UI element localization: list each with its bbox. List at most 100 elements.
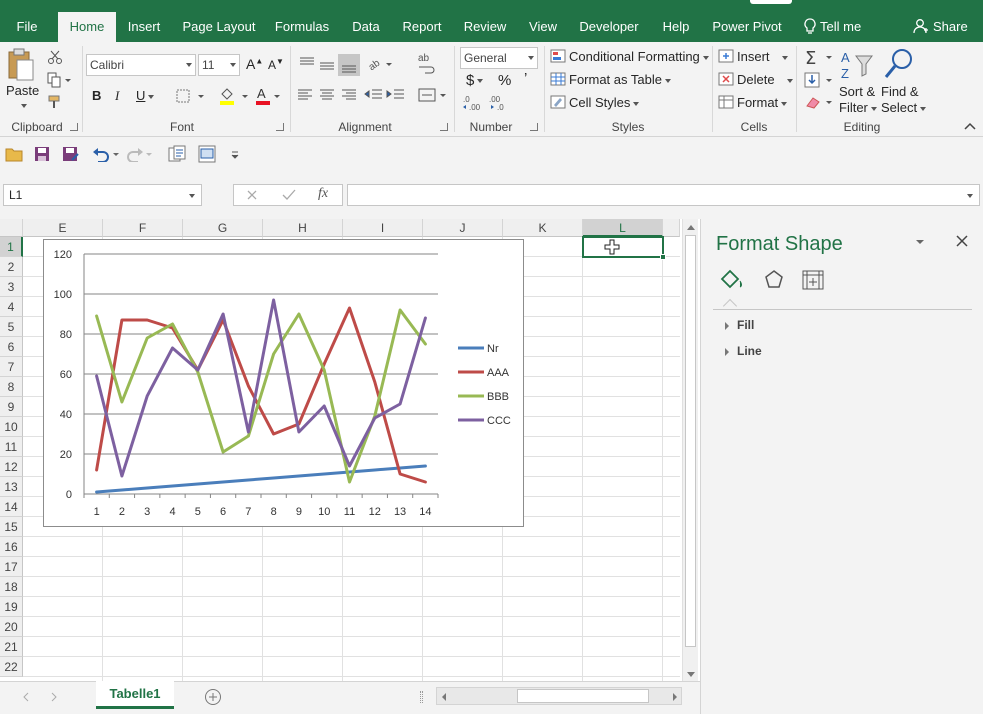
row-header[interactable]: 16 xyxy=(0,537,23,557)
save-icon[interactable] xyxy=(34,146,50,162)
increase-decimal-icon[interactable]: .0.00 xyxy=(462,94,484,112)
row-header[interactable]: 7 xyxy=(0,357,23,377)
wrap-text-icon[interactable]: ab xyxy=(416,52,438,74)
name-box[interactable]: L1 xyxy=(3,184,202,206)
print-preview-icon[interactable] xyxy=(198,145,216,163)
row-header[interactable]: 2 xyxy=(0,257,23,277)
row-header[interactable]: 18 xyxy=(0,577,23,597)
fill-line-icon[interactable] xyxy=(719,269,745,293)
tab-formulas[interactable]: Formulas xyxy=(272,12,332,42)
tab-page-layout[interactable]: Page Layout xyxy=(180,12,258,42)
alignment-launcher[interactable] xyxy=(440,123,448,131)
fill-section[interactable]: Fill xyxy=(725,318,754,332)
orientation-icon[interactable]: ab xyxy=(366,54,394,74)
pane-options-icon[interactable] xyxy=(915,238,925,246)
column-header[interactable]: E xyxy=(23,219,103,237)
h-scroll-thumb[interactable] xyxy=(517,689,649,703)
indent-icons[interactable] xyxy=(364,88,408,102)
grow-font-button[interactable]: A▲ xyxy=(246,56,263,72)
save-as-icon[interactable] xyxy=(62,146,80,162)
tab-developer[interactable]: Developer xyxy=(576,12,642,42)
scroll-down-icon[interactable] xyxy=(686,671,696,679)
accounting-format-button[interactable]: $ xyxy=(466,72,484,89)
row-header[interactable]: 17 xyxy=(0,557,23,577)
tab-power-pivot[interactable]: Power Pivot xyxy=(710,12,784,42)
column-header[interactable]: I xyxy=(343,219,423,237)
font-color-icon[interactable]: A xyxy=(254,86,284,106)
row-header[interactable]: 4 xyxy=(0,297,23,317)
tab-home[interactable]: Home xyxy=(58,12,116,42)
merge-center-icon[interactable] xyxy=(418,88,448,102)
paste-button[interactable]: Paste xyxy=(6,48,39,110)
tab-help[interactable]: Help xyxy=(656,12,696,42)
prev-sheet-icon[interactable] xyxy=(22,692,30,702)
formula-input[interactable] xyxy=(347,184,980,206)
bold-button[interactable]: B xyxy=(92,88,101,103)
format-cells-button[interactable]: Format xyxy=(718,95,788,110)
row-header[interactable]: 20 xyxy=(0,617,23,637)
underline-button[interactable]: U xyxy=(136,88,155,103)
customize-qat-icon[interactable] xyxy=(230,151,240,159)
sort-filter-button[interactable]: Sort & Filter xyxy=(839,84,877,116)
comma-style-button[interactable]: ’ xyxy=(524,70,527,87)
row-header[interactable]: 15 xyxy=(0,517,23,537)
shrink-font-button[interactable]: A▼ xyxy=(268,57,284,72)
cell-styles-button[interactable]: Cell Styles xyxy=(550,95,640,110)
column-header-selected[interactable]: L xyxy=(583,219,663,237)
size-properties-icon[interactable] xyxy=(801,269,825,291)
column-header[interactable]: J xyxy=(423,219,503,237)
scroll-up-icon[interactable] xyxy=(686,223,696,231)
scroll-left-icon[interactable] xyxy=(440,692,448,702)
scroll-thumb[interactable] xyxy=(685,235,696,647)
row-header[interactable]: 13 xyxy=(0,477,23,497)
row-header[interactable]: 5 xyxy=(0,317,23,337)
row-header[interactable]: 1 xyxy=(0,237,23,257)
tell-me-button[interactable]: Tell me xyxy=(804,12,861,42)
row-header[interactable]: 14 xyxy=(0,497,23,517)
insert-cells-button[interactable]: Insert xyxy=(718,49,788,64)
fill-color-icon[interactable] xyxy=(218,86,250,106)
font-launcher[interactable] xyxy=(276,123,284,131)
line-section[interactable]: Line xyxy=(725,344,762,358)
font-name-combo[interactable]: Calibri xyxy=(86,54,196,76)
row-header[interactable]: 19 xyxy=(0,597,23,617)
font-size-combo[interactable]: 11 xyxy=(198,54,240,76)
fill-icon[interactable] xyxy=(804,72,834,90)
add-sheet-icon[interactable] xyxy=(204,688,222,706)
row-header[interactable]: 9 xyxy=(0,397,23,417)
insert-function-icon[interactable]: fx xyxy=(318,186,328,202)
find-select-button[interactable]: Find & Select xyxy=(881,84,927,116)
select-all-corner[interactable] xyxy=(0,219,23,237)
effects-icon[interactable] xyxy=(763,269,785,291)
tab-file[interactable]: File xyxy=(8,12,46,42)
copy-icon[interactable] xyxy=(47,72,73,88)
row-header[interactable]: 21 xyxy=(0,637,23,657)
column-header[interactable]: H xyxy=(263,219,343,237)
row-header[interactable]: 3 xyxy=(0,277,23,297)
vertical-align-icons[interactable] xyxy=(296,54,362,76)
format-painter-icon[interactable] xyxy=(47,94,63,110)
column-header[interactable]: F xyxy=(103,219,183,237)
column-header-partial[interactable] xyxy=(663,219,680,237)
redo-icon[interactable] xyxy=(126,146,154,162)
enter-icon[interactable] xyxy=(282,189,296,201)
cancel-icon[interactable] xyxy=(246,189,258,201)
row-header[interactable]: 22 xyxy=(0,657,23,677)
horizontal-align-icons[interactable] xyxy=(296,88,360,102)
cut-icon[interactable] xyxy=(47,49,63,65)
active-cell[interactable] xyxy=(582,236,666,260)
row-header[interactable]: 11 xyxy=(0,437,23,457)
conditional-formatting-button[interactable]: Conditional Formatting xyxy=(550,49,709,64)
close-icon[interactable] xyxy=(956,235,968,247)
borders-icon[interactable] xyxy=(176,89,206,103)
open-icon[interactable] xyxy=(5,146,23,162)
format-as-table-button[interactable]: Format as Table xyxy=(550,72,671,87)
decrease-decimal-icon[interactable]: .00.0 xyxy=(488,94,510,112)
undo-icon[interactable] xyxy=(92,146,120,162)
clear-icon[interactable] xyxy=(804,94,834,112)
vertical-scrollbar[interactable] xyxy=(682,219,698,681)
share-button[interactable]: Share xyxy=(913,12,968,42)
tab-view[interactable]: View xyxy=(524,12,562,42)
row-header[interactable]: 10 xyxy=(0,417,23,437)
fill-handle[interactable] xyxy=(660,254,666,260)
